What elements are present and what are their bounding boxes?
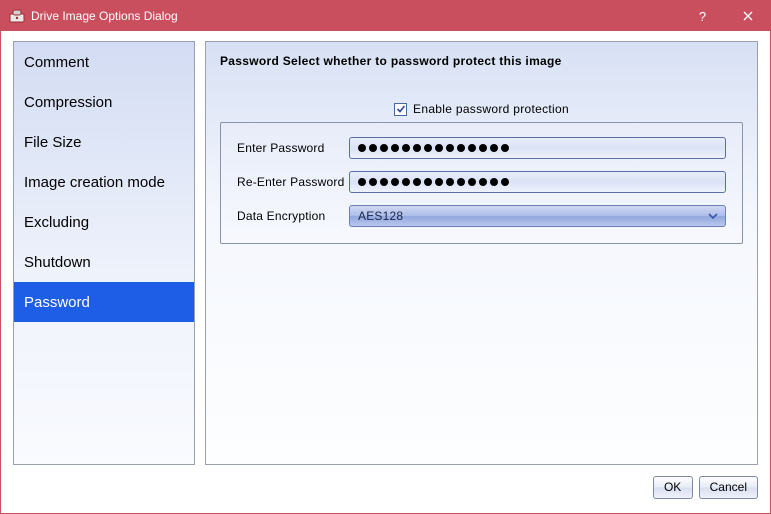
sidebar: Comment Compression File Size Image crea…	[13, 41, 195, 465]
sidebar-item-label: Comment	[24, 54, 89, 71]
app-icon	[9, 8, 25, 24]
enable-password-row: Enable password protection	[220, 102, 743, 116]
sidebar-item-comment[interactable]: Comment	[14, 42, 194, 82]
sidebar-item-label: Password	[24, 294, 90, 311]
client-area: Comment Compression File Size Image crea…	[1, 31, 770, 513]
enter-password-row: Enter Password	[237, 137, 726, 159]
data-encryption-label: Data Encryption	[237, 209, 349, 223]
sidebar-item-label: Shutdown	[24, 254, 91, 271]
data-encryption-value: AES128	[358, 209, 707, 223]
sidebar-item-password[interactable]: Password	[14, 282, 194, 322]
sidebar-item-label: Image creation mode	[24, 174, 165, 191]
sidebar-item-label: File Size	[24, 134, 82, 151]
content-heading: Password Select whether to password prot…	[220, 54, 743, 68]
password-mask	[358, 144, 509, 152]
enable-password-label: Enable password protection	[413, 102, 569, 116]
help-button[interactable]: ?	[680, 1, 725, 31]
close-button[interactable]	[725, 1, 770, 31]
ok-button[interactable]: OK	[653, 476, 693, 499]
panes: Comment Compression File Size Image crea…	[13, 41, 758, 465]
enter-password-label: Enter Password	[237, 141, 349, 155]
sidebar-item-file-size[interactable]: File Size	[14, 122, 194, 162]
sidebar-item-shutdown[interactable]: Shutdown	[14, 242, 194, 282]
sidebar-item-compression[interactable]: Compression	[14, 82, 194, 122]
chevron-down-icon	[707, 210, 719, 222]
sidebar-item-label: Compression	[24, 94, 112, 111]
data-encryption-select[interactable]: AES128	[349, 205, 726, 227]
titlebar: Drive Image Options Dialog ?	[1, 1, 770, 31]
enter-password-input[interactable]	[349, 137, 726, 159]
enable-password-checkbox[interactable]	[394, 103, 407, 116]
data-encryption-row: Data Encryption AES128	[237, 205, 726, 227]
window-title: Drive Image Options Dialog	[31, 9, 178, 23]
cancel-button[interactable]: Cancel	[699, 476, 758, 499]
password-mask	[358, 178, 509, 186]
dialog-window: Drive Image Options Dialog ? Comment Com…	[0, 0, 771, 514]
dialog-footer: OK Cancel	[13, 465, 758, 503]
content-pane: Password Select whether to password prot…	[205, 41, 758, 465]
password-group: Enter Password Re-Enter Password Data En…	[220, 122, 743, 244]
reenter-password-row: Re-Enter Password	[237, 171, 726, 193]
sidebar-item-label: Excluding	[24, 214, 89, 231]
reenter-password-input[interactable]	[349, 171, 726, 193]
reenter-password-label: Re-Enter Password	[237, 175, 349, 189]
sidebar-item-image-creation-mode[interactable]: Image creation mode	[14, 162, 194, 202]
sidebar-item-excluding[interactable]: Excluding	[14, 202, 194, 242]
